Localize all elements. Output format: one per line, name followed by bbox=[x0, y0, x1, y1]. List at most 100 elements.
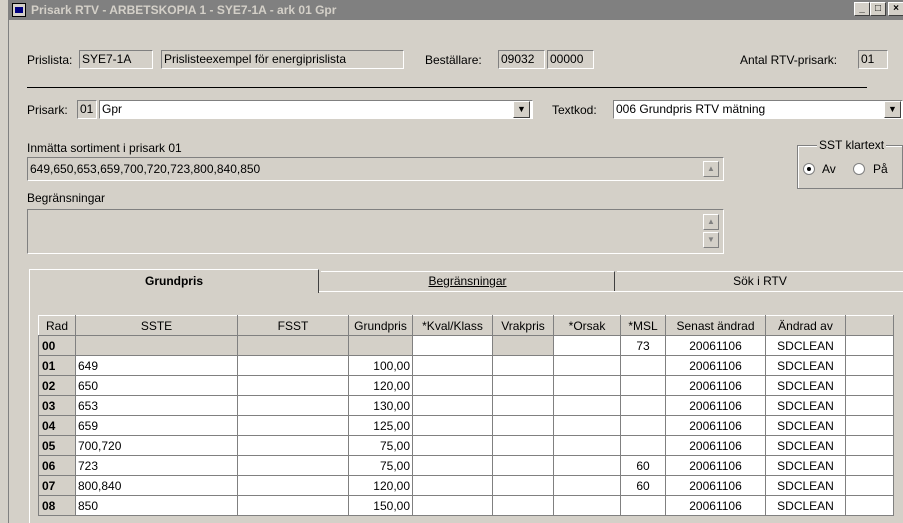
sst-av-radio[interactable] bbox=[803, 163, 815, 175]
col-header[interactable]: *Kval/Klass bbox=[412, 315, 493, 336]
prisark-select[interactable]: Gpr bbox=[99, 100, 533, 119]
cell-grundpris[interactable]: 120,00 bbox=[348, 475, 413, 496]
cell-sste[interactable]: 659 bbox=[75, 415, 238, 436]
cell-vrakpris[interactable] bbox=[492, 375, 554, 396]
table-row[interactable]: 05 700,720 75,00 20061106 SDCLEAN bbox=[38, 435, 894, 456]
cell-kval[interactable] bbox=[412, 475, 493, 496]
cell-grundpris[interactable]: 120,00 bbox=[348, 375, 413, 396]
col-header[interactable]: FSST bbox=[237, 315, 349, 336]
table-row[interactable]: 07 800,840 120,00 60 20061106 SDCLEAN bbox=[38, 475, 894, 496]
cell-sste[interactable]: 649 bbox=[75, 355, 238, 376]
cell-fsst[interactable] bbox=[237, 395, 349, 416]
row-number[interactable]: 02 bbox=[38, 375, 76, 396]
col-header[interactable]: Grundpris bbox=[348, 315, 413, 336]
sortiment-scroll-icon[interactable]: ▲ bbox=[703, 161, 719, 177]
cell-grundpris[interactable]: 100,00 bbox=[348, 355, 413, 376]
cell-msl[interactable]: 73 bbox=[620, 335, 666, 356]
cell-sste[interactable]: 850 bbox=[75, 495, 238, 516]
cell-kval[interactable] bbox=[412, 415, 493, 436]
cell-orsak[interactable] bbox=[553, 375, 621, 396]
cell-grundpris[interactable]: 75,00 bbox=[348, 455, 413, 476]
cell-kval[interactable] bbox=[412, 375, 493, 396]
table-row[interactable]: 08 850 150,00 20061106 SDCLEAN bbox=[38, 495, 894, 516]
tab-begransningar[interactable]: Begränsningar bbox=[321, 271, 615, 291]
sst-pa-radio[interactable] bbox=[853, 163, 865, 175]
row-number[interactable]: 05 bbox=[38, 435, 76, 456]
row-number[interactable]: 08 bbox=[38, 495, 76, 516]
cell-grundpris[interactable]: 75,00 bbox=[348, 435, 413, 456]
table-row[interactable]: 03 653 130,00 20061106 SDCLEAN bbox=[38, 395, 894, 416]
begransningar-scroll-up-icon[interactable]: ▲ bbox=[703, 214, 719, 230]
cell-kval[interactable] bbox=[412, 495, 493, 516]
row-number[interactable]: 01 bbox=[38, 355, 76, 376]
table-row[interactable]: 06 723 75,00 60 20061106 SDCLEAN bbox=[38, 455, 894, 476]
cell-sste[interactable]: 723 bbox=[75, 455, 238, 476]
cell-msl[interactable]: 60 bbox=[620, 455, 666, 476]
cell-vrakpris[interactable] bbox=[492, 415, 554, 436]
cell-grundpris[interactable]: 150,00 bbox=[348, 495, 413, 516]
row-number[interactable]: 03 bbox=[38, 395, 76, 416]
col-header[interactable]: Rad bbox=[38, 315, 76, 336]
cell-sste[interactable]: 650 bbox=[75, 375, 238, 396]
cell-fsst[interactable] bbox=[237, 355, 349, 376]
prisark-dropdown-chevron-down-icon[interactable]: ▼ bbox=[513, 101, 530, 118]
maximize-button[interactable]: □ bbox=[870, 2, 886, 16]
prislista-name-field[interactable]: Prislisteexempel för energiprislista bbox=[161, 50, 404, 69]
cell-fsst[interactable] bbox=[237, 375, 349, 396]
cell-fsst[interactable] bbox=[237, 455, 349, 476]
cell-kval[interactable] bbox=[412, 395, 493, 416]
cell-orsak[interactable] bbox=[553, 335, 621, 356]
textkod-select[interactable]: 006 Grundpris RTV mätning bbox=[613, 100, 903, 119]
cell-sste[interactable]: 700,720 bbox=[75, 435, 238, 456]
table-row[interactable]: 01 649 100,00 20061106 SDCLEAN bbox=[38, 355, 894, 376]
begransningar-field[interactable] bbox=[27, 209, 724, 254]
cell-msl[interactable] bbox=[620, 395, 666, 416]
cell-orsak[interactable] bbox=[553, 495, 621, 516]
table-row[interactable]: 04 659 125,00 20061106 SDCLEAN bbox=[38, 415, 894, 436]
cell-sste[interactable]: 800,840 bbox=[75, 475, 238, 496]
textkod-dropdown-chevron-down-icon[interactable]: ▼ bbox=[884, 101, 901, 118]
cell-grundpris[interactable]: 125,00 bbox=[348, 415, 413, 436]
antal-rtv-field[interactable]: 01 bbox=[858, 50, 888, 69]
cell-fsst[interactable] bbox=[237, 475, 349, 496]
row-number[interactable]: 06 bbox=[38, 455, 76, 476]
cell-orsak[interactable] bbox=[553, 415, 621, 436]
cell-msl[interactable]: 60 bbox=[620, 475, 666, 496]
cell-fsst[interactable] bbox=[237, 335, 349, 356]
title-bar[interactable]: Prisark RTV - ARBETSKOPIA 1 - SYE7-1A - … bbox=[9, 0, 903, 20]
cell-kval[interactable] bbox=[412, 335, 493, 356]
close-button[interactable]: × bbox=[888, 2, 903, 16]
cell-fsst[interactable] bbox=[237, 415, 349, 436]
cell-orsak[interactable] bbox=[553, 395, 621, 416]
prisark-number-field[interactable]: 01 bbox=[77, 100, 97, 119]
cell-fsst[interactable] bbox=[237, 495, 349, 516]
table-row[interactable]: 02 650 120,00 20061106 SDCLEAN bbox=[38, 375, 894, 396]
cell-vrakpris[interactable] bbox=[492, 435, 554, 456]
col-header[interactable]: Ändrad av bbox=[765, 315, 846, 336]
cell-sste[interactable]: 653 bbox=[75, 395, 238, 416]
cell-orsak[interactable] bbox=[553, 475, 621, 496]
begransningar-scroll-down-icon[interactable]: ▼ bbox=[703, 232, 719, 248]
col-header[interactable]: *MSL bbox=[620, 315, 666, 336]
prislista-code-field[interactable]: SYE7-1A bbox=[79, 50, 153, 69]
row-number[interactable]: 04 bbox=[38, 415, 76, 436]
cell-msl[interactable] bbox=[620, 495, 666, 516]
cell-grundpris[interactable]: 130,00 bbox=[348, 395, 413, 416]
sortiment-field[interactable]: 649,650,653,659,700,720,723,800,840,850 bbox=[27, 157, 724, 181]
row-number[interactable]: 00 bbox=[38, 335, 76, 356]
cell-kval[interactable] bbox=[412, 435, 493, 456]
cell-orsak[interactable] bbox=[553, 355, 621, 376]
cell-fsst[interactable] bbox=[237, 435, 349, 456]
cell-vrakpris[interactable] bbox=[492, 335, 554, 356]
cell-vrakpris[interactable] bbox=[492, 355, 554, 376]
tab-grundpris[interactable]: Grundpris bbox=[29, 269, 319, 293]
col-header[interactable]: Vrakpris bbox=[492, 315, 554, 336]
cell-msl[interactable] bbox=[620, 375, 666, 396]
cell-vrakpris[interactable] bbox=[492, 395, 554, 416]
cell-vrakpris[interactable] bbox=[492, 475, 554, 496]
cell-grundpris[interactable] bbox=[348, 335, 413, 356]
cell-msl[interactable] bbox=[620, 435, 666, 456]
col-header[interactable]: *Orsak bbox=[553, 315, 621, 336]
cell-kval[interactable] bbox=[412, 355, 493, 376]
cell-kval[interactable] bbox=[412, 455, 493, 476]
